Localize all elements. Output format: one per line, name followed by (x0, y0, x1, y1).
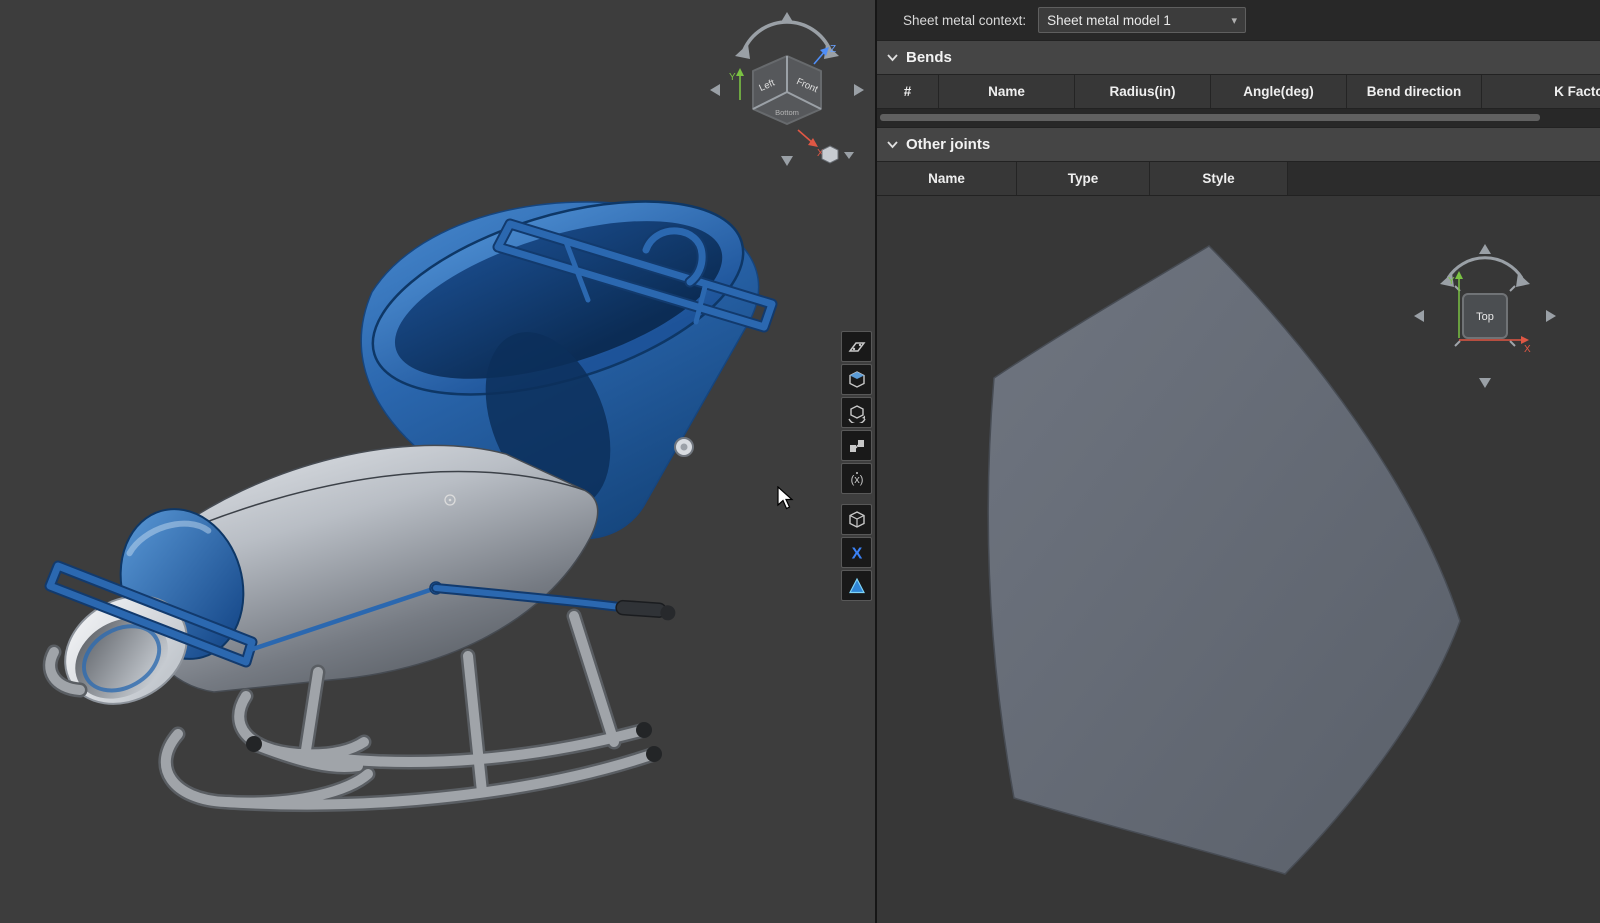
bends-col-name[interactable]: Name (939, 75, 1075, 108)
sheet-face[interactable] (988, 246, 1460, 874)
dropdown-value: Sheet metal model 1 (1047, 13, 1171, 28)
chevron-down-icon (887, 141, 898, 149)
bends-col-bend-direction[interactable]: Bend direction (1347, 75, 1482, 108)
x-symbol-icon[interactable]: X (841, 537, 872, 568)
viewcube-down-arrow-icon[interactable] (1479, 378, 1491, 388)
bolt-knob (675, 438, 693, 456)
viewcube-right-arrow-icon[interactable] (854, 84, 864, 96)
bends-col-number[interactable]: # (877, 75, 939, 108)
bends-col-k-factor[interactable]: K Factor (1482, 75, 1600, 108)
viewcube-face-square[interactable]: Top (1455, 286, 1515, 346)
other-joints-section-title: Other joints (906, 136, 990, 153)
app-window: .tubeD{stroke:#5a5e63;stroke-width:15;fi… (0, 0, 1600, 923)
joints-icon[interactable] (841, 430, 872, 461)
bends-col-angle[interactable]: Angle(deg) (1211, 75, 1347, 108)
other-joints-section-header[interactable]: Other joints (877, 127, 1600, 162)
chevron-down-icon: ▾ (1232, 14, 1238, 27)
wireframe-cube-icon[interactable] (841, 504, 872, 535)
flat-pattern-icon[interactable] (841, 331, 872, 362)
viewcube-orbit-right-arrow-icon[interactable] (1516, 273, 1530, 287)
model-viewport[interactable]: .tubeD{stroke:#5a5e63;stroke-width:15;fi… (0, 0, 875, 923)
prism-triangle-icon[interactable] (841, 570, 872, 601)
viewcube-down-arrow-icon[interactable] (781, 156, 793, 166)
joints-col-type[interactable]: Type (1017, 162, 1150, 195)
axis-z-label: Z (830, 44, 836, 55)
scrollbar-thumb[interactable] (880, 114, 1540, 121)
chevron-down-icon[interactable] (844, 152, 854, 159)
viewcube-orbit-arc-icon[interactable] (744, 22, 830, 50)
viewport-toolbar: (x) X (841, 331, 874, 603)
sheet-metal-model-dropdown[interactable]: Sheet metal model 1 ▾ (1038, 7, 1246, 33)
viewcube-left-arrow-icon[interactable] (710, 84, 720, 96)
joints-col-name[interactable]: Name (877, 162, 1017, 195)
viewcube-cube[interactable]: Left Front Bottom (753, 56, 821, 124)
flat-pattern-viewport[interactable]: Top Y X (877, 196, 1600, 923)
home-cube-icon[interactable] (822, 146, 838, 163)
pattern-cube-icon[interactable] (841, 397, 872, 428)
svg-text:(x): (x) (850, 474, 863, 486)
bends-section-header[interactable]: Bends (877, 40, 1600, 75)
context-label: Sheet metal context: (903, 13, 1026, 28)
viewcube-up-arrow-icon[interactable] (1479, 244, 1491, 254)
viewcube-flat[interactable]: Top Y X (1410, 238, 1560, 398)
viewcube-right-arrow-icon[interactable] (1546, 310, 1556, 322)
svg-text:X: X (851, 545, 862, 562)
bends-table-header: # Name Radius(in) Angle(deg) Bend direct… (877, 75, 1600, 109)
header-filler (1288, 162, 1600, 195)
viewcube-home-menu[interactable] (822, 146, 854, 163)
sheet-metal-context-bar: Sheet metal context: Sheet metal model 1… (877, 0, 1600, 40)
joints-col-style[interactable]: Style (1150, 162, 1288, 195)
expression-icon[interactable]: (x) (841, 463, 872, 494)
mouse-cursor (777, 486, 799, 512)
viewcube-orbit-left-arrow-icon[interactable] (735, 44, 750, 59)
chevron-down-icon (887, 54, 898, 62)
axis-y-label: Y (729, 72, 736, 83)
viewcube-main[interactable]: Left Front Bottom Y Z X (702, 4, 872, 172)
other-joints-table-header: Name Type Style (877, 162, 1600, 196)
toolbar-gap (841, 496, 874, 504)
sheet-metal-panel: Sheet metal context: Sheet metal model 1… (875, 0, 1600, 923)
bends-section-title: Bends (906, 49, 952, 66)
component-cube-icon[interactable] (841, 364, 872, 395)
viewcube-left-arrow-icon[interactable] (1414, 310, 1424, 322)
viewcube-face-bottom-label[interactable]: Bottom (775, 108, 799, 117)
axis-x-label: X (1524, 344, 1531, 355)
bends-col-radius[interactable]: Radius(in) (1075, 75, 1211, 108)
bends-horizontal-scrollbar[interactable] (877, 109, 1600, 127)
viewcube-face-top-label[interactable]: Top (1476, 311, 1494, 323)
axis-y-label: Y (1448, 276, 1455, 287)
